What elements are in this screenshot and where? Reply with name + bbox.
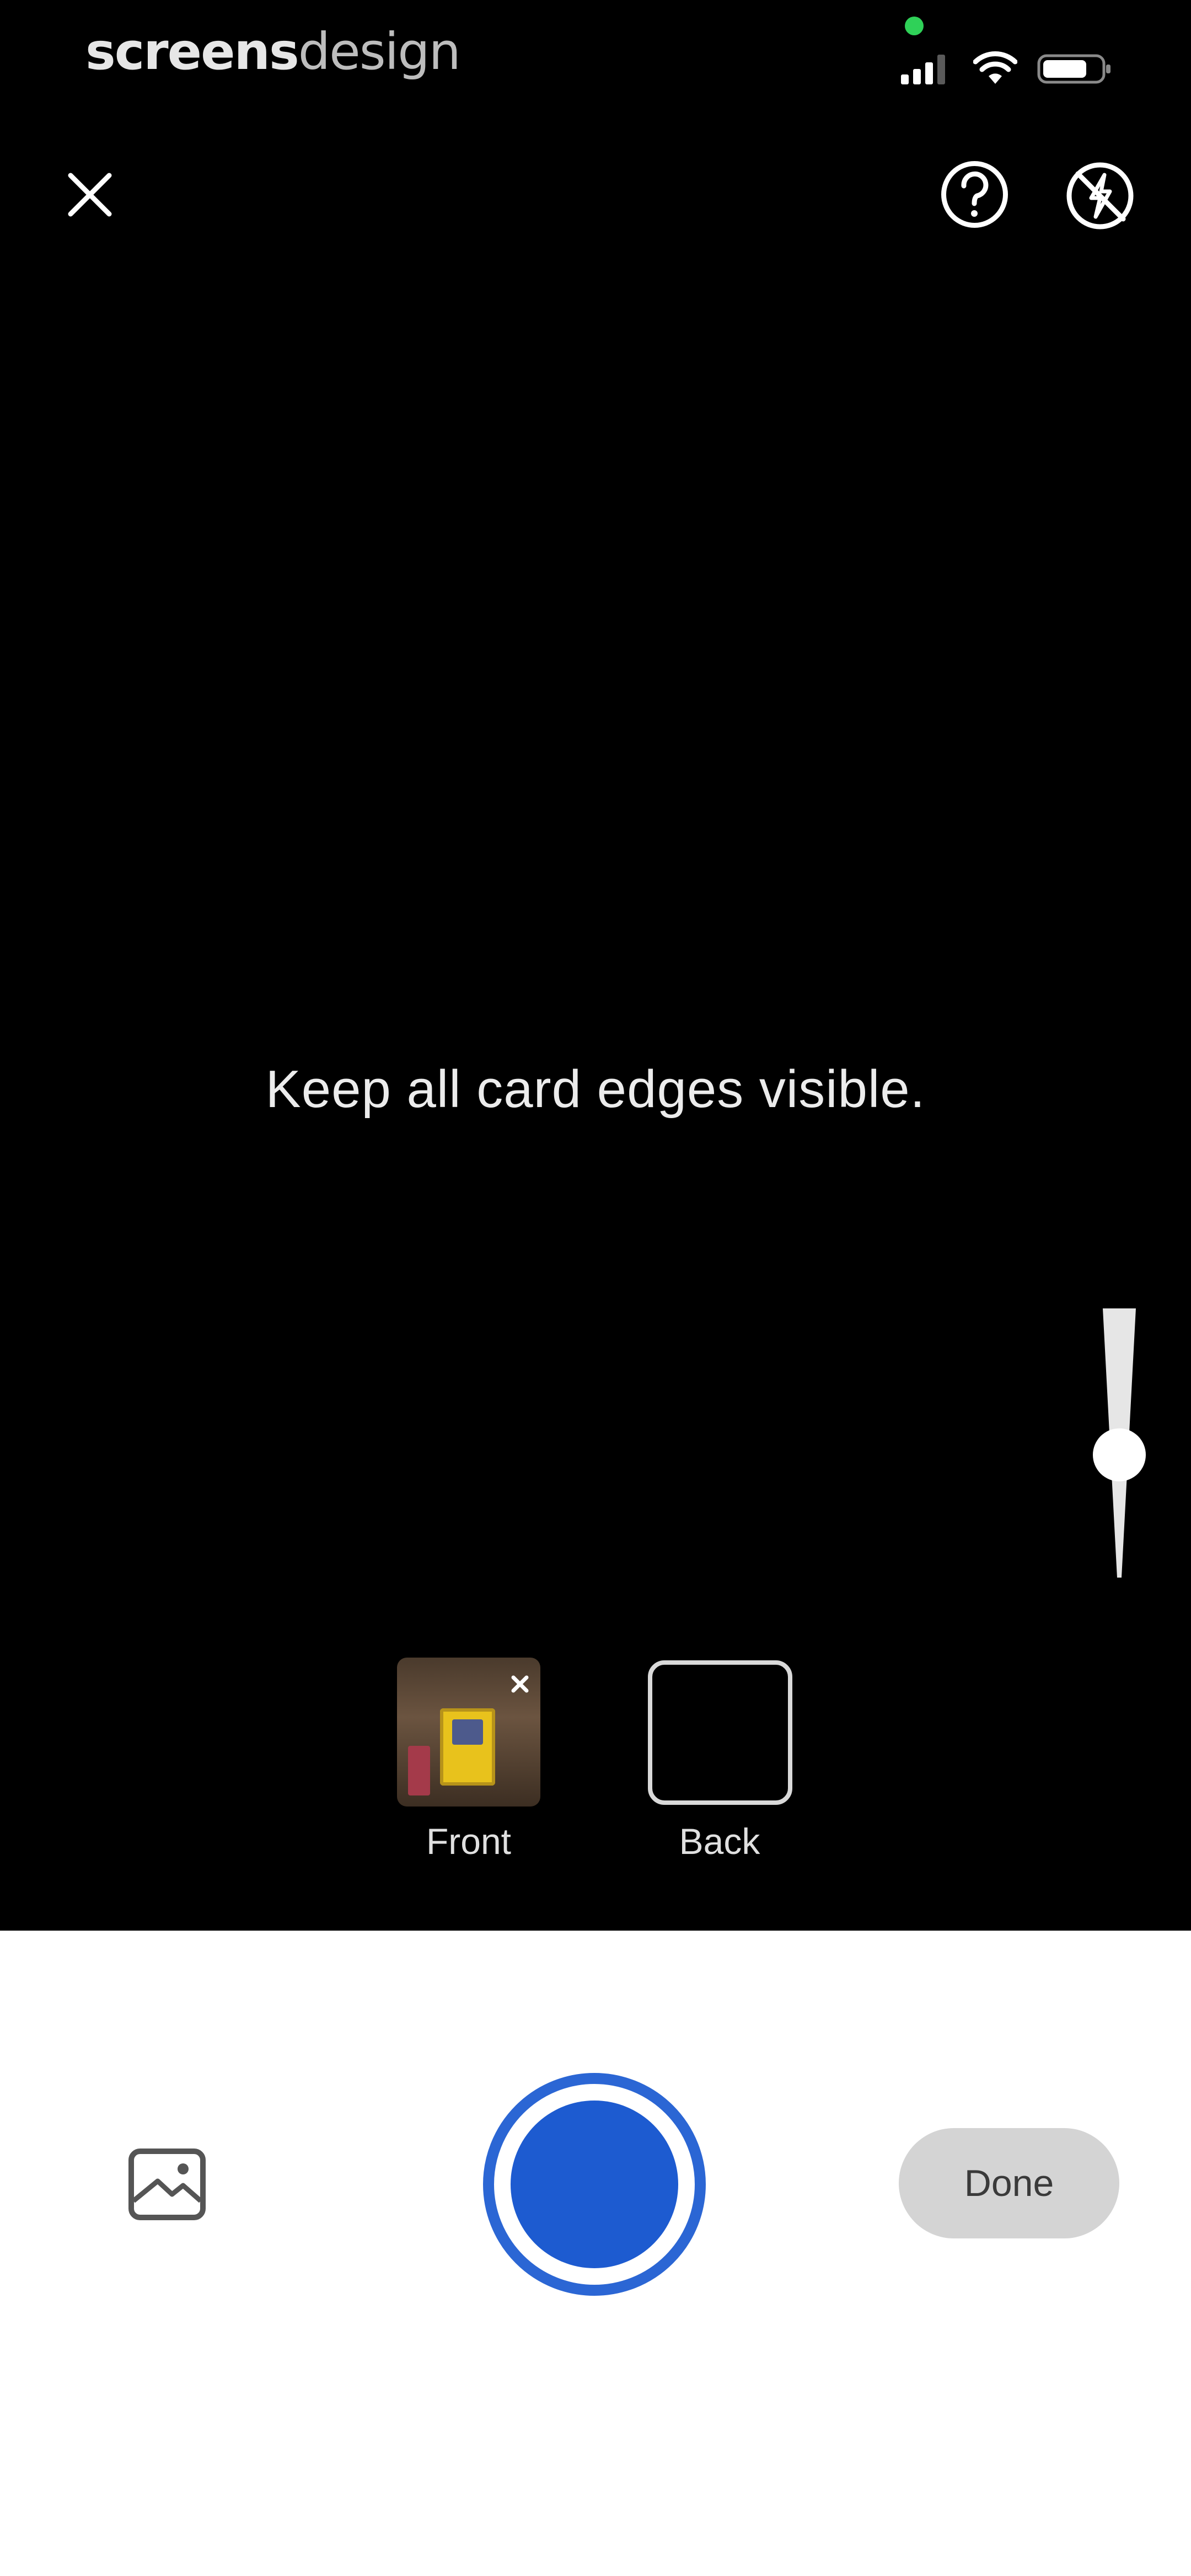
scan-instruction: Keep all card edges visible. [265, 1060, 926, 1119]
zoom-slider[interactable] [1081, 1302, 1158, 1589]
shutter-button-inner [511, 2101, 678, 2268]
shutter-button[interactable] [483, 2073, 706, 2296]
flash-off-icon [1066, 162, 1134, 229]
cellular-signal-icon [901, 55, 945, 84]
preview-card-art [452, 1719, 483, 1745]
done-button[interactable]: Done [899, 2128, 1119, 2238]
status-bar: screensdesign [0, 0, 1191, 110]
camera-scan-screen: screensdesign Keep all card edges visibl… [0, 0, 1191, 2576]
brand-light-text: design [298, 22, 461, 81]
remove-front-button[interactable] [505, 1669, 535, 1699]
preview-background-object [408, 1746, 430, 1795]
close-icon [68, 173, 111, 216]
back-side-label: Back [679, 1821, 760, 1862]
front-side-label: Front [426, 1821, 512, 1862]
help-button[interactable] [937, 157, 1012, 232]
back-side-slot[interactable] [648, 1660, 792, 1805]
brand-bold-text: screens [85, 22, 299, 81]
wifi-icon [973, 51, 1017, 84]
image-gallery-icon [128, 2149, 206, 2220]
privacy-indicator-dot [905, 17, 924, 35]
flash-toggle-button[interactable] [1061, 157, 1139, 234]
close-button[interactable] [55, 160, 124, 229]
gallery-button[interactable] [126, 2146, 208, 2223]
question-circle-icon [941, 161, 1008, 228]
zoom-slider-thumb[interactable] [1093, 1428, 1146, 1482]
remove-x-icon [511, 1675, 529, 1693]
brand-watermark: screensdesign [85, 22, 461, 81]
battery-icon [1037, 54, 1110, 84]
